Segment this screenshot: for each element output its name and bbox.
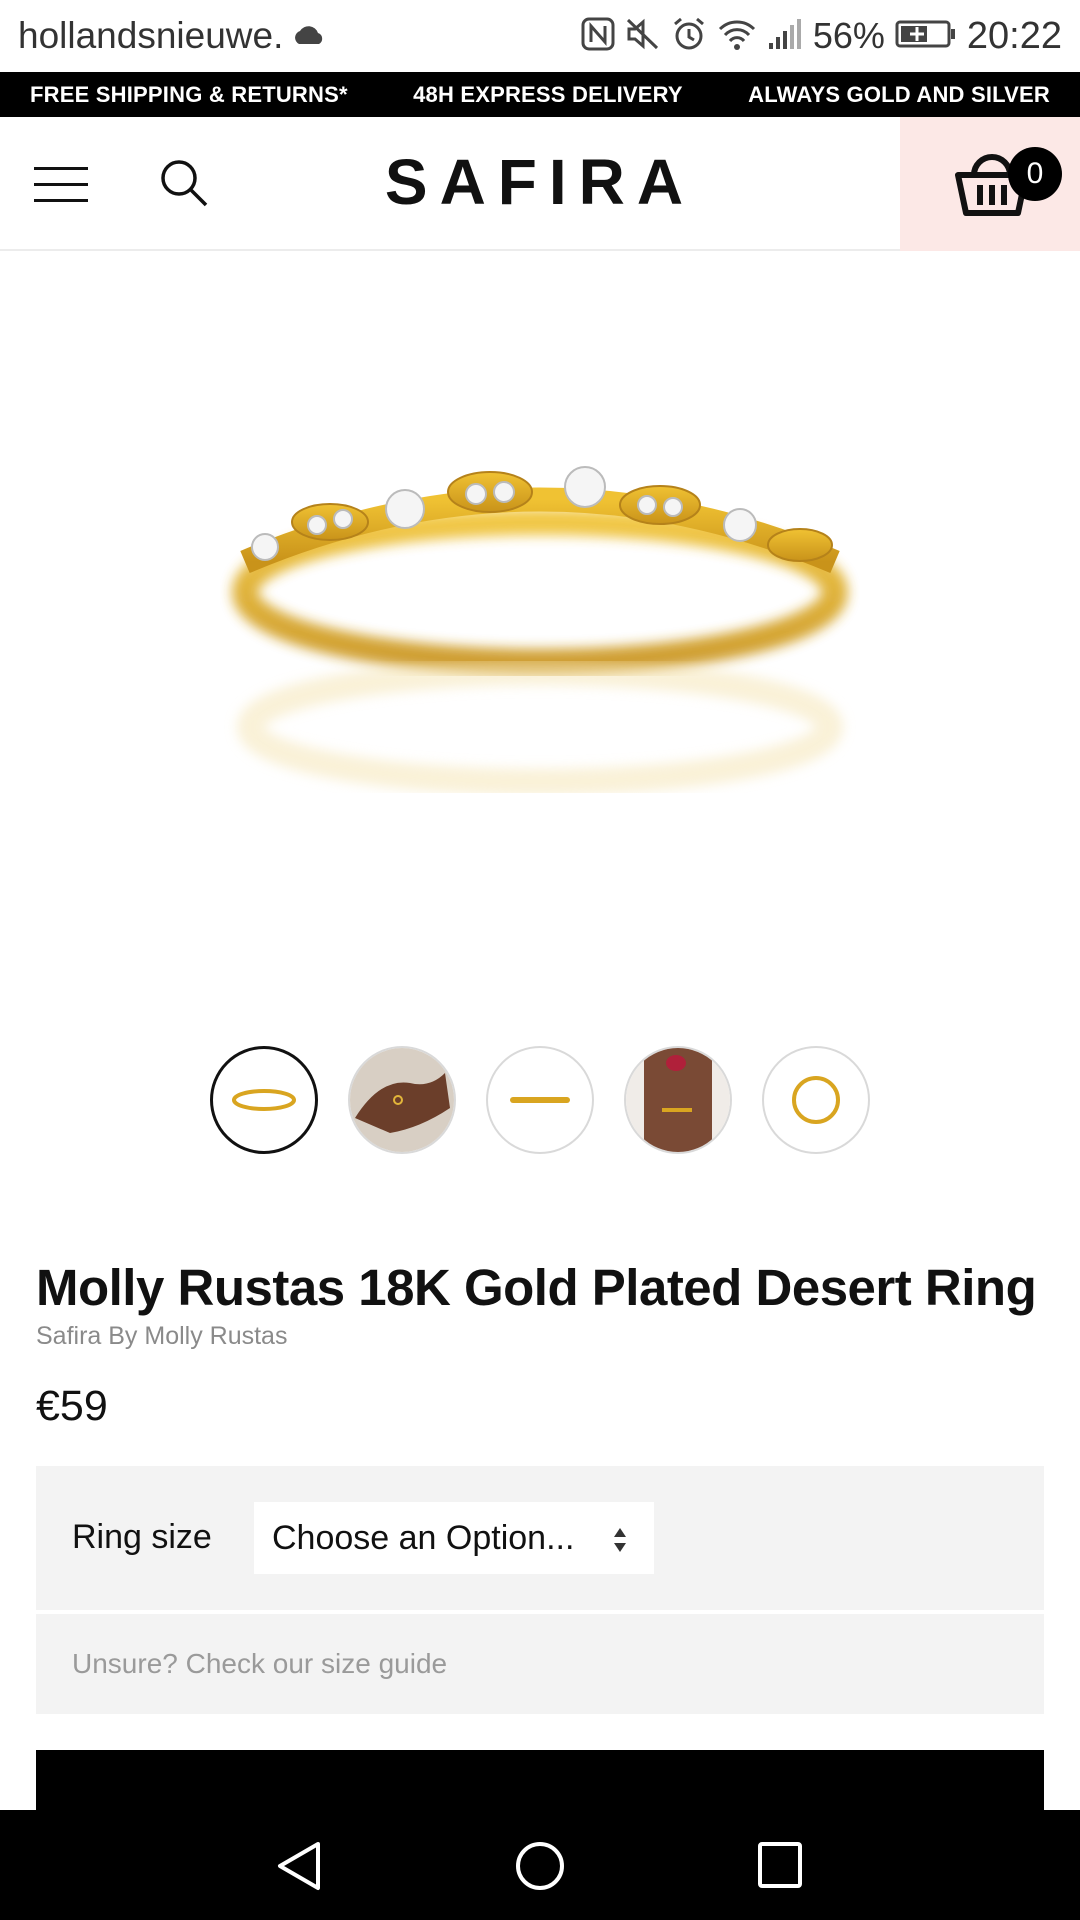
product-brand[interactable]: Safira By Molly Rustas xyxy=(36,1322,287,1351)
thumbnail-ring-side[interactable] xyxy=(486,1046,594,1154)
promo-delivery: 48H EXPRESS DELIVERY xyxy=(413,81,683,107)
cart-button[interactable]: 0 xyxy=(900,117,1080,251)
promo-bar: FREE SHIPPING & RETURNS* 48H EXPRESS DEL… xyxy=(0,72,1080,117)
status-url: hollandsnieuwe. xyxy=(18,15,284,56)
nfc-icon xyxy=(581,17,615,56)
ring-image xyxy=(232,466,848,795)
thumbnail-ring-top[interactable] xyxy=(762,1046,870,1154)
size-guide-link[interactable]: Unsure? Check our size guide xyxy=(36,1614,1044,1714)
thumbnail-hand-nails[interactable] xyxy=(624,1046,732,1154)
hamburger-menu-icon[interactable] xyxy=(34,167,88,203)
wifi-icon xyxy=(717,17,757,56)
cart-count-badge: 0 xyxy=(1008,147,1062,201)
select-arrows-icon xyxy=(612,1524,628,1563)
product-title: Molly Rustas 18K Gold Plated Desert Ring xyxy=(36,1259,1037,1316)
alarm-icon xyxy=(671,16,707,57)
thumbnail-hand-wearing[interactable] xyxy=(348,1046,456,1154)
status-bar: hollandsnieuwe. 56% 20:22 xyxy=(0,0,1080,72)
search-icon[interactable] xyxy=(158,157,210,209)
site-header: SAFIRA 0 xyxy=(0,117,1080,251)
battery-charging-icon xyxy=(895,19,957,54)
thumbnail-strip xyxy=(0,1046,1080,1154)
ring-size-panel: Ring size Choose an Option... xyxy=(36,1466,1044,1610)
status-icons: 56% 20:22 xyxy=(581,15,1062,58)
product-image[interactable] xyxy=(0,252,1080,1022)
promo-gold-silver: ALWAYS GOLD AND SILVER xyxy=(748,81,1050,107)
back-icon[interactable] xyxy=(274,1840,324,1897)
thumbnail-ring-front[interactable] xyxy=(210,1046,318,1154)
ring-size-select[interactable]: Choose an Option... xyxy=(254,1502,654,1574)
ring-size-value: Choose an Option... xyxy=(272,1518,575,1557)
battery-percent: 56% xyxy=(812,15,885,56)
mute-icon xyxy=(625,17,661,56)
promo-shipping: FREE SHIPPING & RETURNS* xyxy=(30,81,348,107)
clock: 20:22 xyxy=(966,14,1062,57)
add-to-cart-button[interactable] xyxy=(36,1750,1044,1810)
signal-icon xyxy=(767,17,803,56)
ring-size-label: Ring size xyxy=(72,1518,212,1556)
android-nav-bar xyxy=(0,1810,1080,1920)
recents-icon[interactable] xyxy=(756,1840,804,1895)
cloud-icon xyxy=(291,22,327,51)
product-price: €59 xyxy=(36,1382,108,1430)
home-icon[interactable] xyxy=(514,1840,566,1897)
